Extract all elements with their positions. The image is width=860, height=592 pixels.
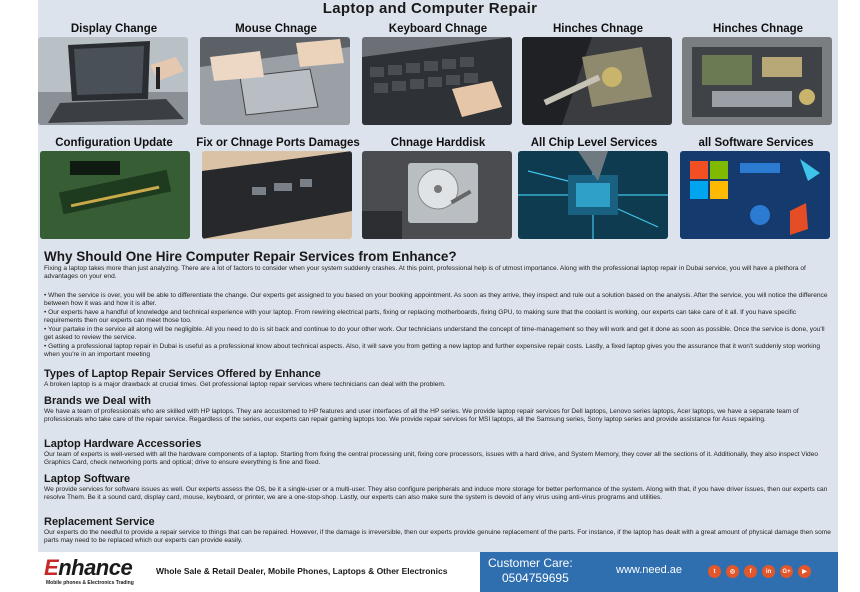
chip-photo xyxy=(518,151,668,239)
social-icons: t ◎ f in G+ ▶ xyxy=(708,565,811,578)
why-bullet: • Getting a professional laptop repair i… xyxy=(44,343,821,359)
service-label: Hinches Chnage xyxy=(712,23,804,35)
service-label: Chnage Harddisk xyxy=(390,137,486,149)
brands-heading: Brands we Deal with xyxy=(44,395,151,407)
service-label: Hinches Chnage xyxy=(552,23,644,35)
service-label: Keyboard Chnage xyxy=(388,23,488,35)
why-bullet: • When the service is over, you will be … xyxy=(44,292,828,308)
hinge-photo xyxy=(522,37,672,125)
service-card-harddisk: Chnage Harddisk xyxy=(358,136,518,239)
motherboard-photo xyxy=(682,37,832,125)
flyer-page: Laptop and Computer Repair Display Chang… xyxy=(0,0,860,592)
service-card-ports: Fix or Chnage Ports Damages xyxy=(190,136,366,239)
touchpad-photo xyxy=(200,37,350,125)
keyboard-photo xyxy=(362,37,512,125)
logo-subtitle: Mobile phones & Electronics Trading xyxy=(46,580,134,586)
why-intro: Fixing a laptop takes more than just ana… xyxy=(44,265,806,281)
why-heading: Why Should One Hire Computer Repair Serv… xyxy=(44,249,457,264)
harddisk-photo xyxy=(362,151,512,239)
enhance-logo: Enhance xyxy=(44,555,133,580)
service-card-software: all Software Services xyxy=(676,136,836,239)
facebook-icon[interactable]: f xyxy=(744,565,757,578)
website-link[interactable]: www.need.ae xyxy=(616,564,682,576)
service-card-hinges-1: Hinches Chnage xyxy=(518,22,678,125)
ports-photo xyxy=(202,151,352,239)
service-card-configuration: Configuration Update xyxy=(22,136,206,239)
youtube-icon[interactable]: ▶ xyxy=(798,565,811,578)
service-card-keyboard: Keyboard Chnage xyxy=(358,22,518,125)
software-body: We provide services for software issues … xyxy=(44,486,828,502)
replacement-body: Our experts do the needful to provide a … xyxy=(44,529,831,545)
ram-photo xyxy=(40,151,190,239)
twitter-icon[interactable]: t xyxy=(708,565,721,578)
footer-contact: Customer Care: 0504759695 www.need.ae t … xyxy=(480,552,838,592)
why-bullet: • Our experts have a handful of knowledg… xyxy=(44,309,797,325)
service-label: Mouse Chnage xyxy=(235,23,317,35)
types-body: A broken laptop is a major drawback at c… xyxy=(44,381,446,388)
laptop-display-photo xyxy=(38,37,188,125)
replacement-heading: Replacement Service xyxy=(44,516,155,528)
customer-care-number[interactable]: 0504759695 xyxy=(502,571,569,585)
service-label: Fix or Chnage Ports Damages xyxy=(196,137,360,149)
why-bullet: • Your partake in the service all along … xyxy=(44,326,825,342)
types-heading: Types of Laptop Repair Services Offered … xyxy=(44,368,321,380)
service-label: All Chip Level Services xyxy=(530,137,658,149)
linkedin-icon[interactable]: in xyxy=(762,565,775,578)
tagline: Whole Sale & Retail Dealer, Mobile Phone… xyxy=(156,566,448,576)
brands-body: We have a team of professionals who are … xyxy=(44,408,799,424)
service-label: all Software Services xyxy=(698,137,814,149)
service-card-display: Display Change xyxy=(34,22,194,125)
google-plus-icon[interactable]: G+ xyxy=(780,565,793,578)
service-card-chip: All Chip Level Services xyxy=(514,136,674,239)
software-photo xyxy=(680,151,830,239)
hardware-body: Our team of experts is well-versed with … xyxy=(44,451,819,467)
instagram-icon[interactable]: ◎ xyxy=(726,565,739,578)
service-label: Display Change xyxy=(70,23,158,35)
service-card-hinges-2: Hinches Chnage xyxy=(678,22,838,125)
hardware-heading: Laptop Hardware Accessories xyxy=(44,438,202,450)
page-title: Laptop and Computer Repair xyxy=(322,0,538,17)
customer-care-label: Customer Care: xyxy=(488,556,573,570)
software-heading: Laptop Software xyxy=(44,473,131,485)
service-label: Configuration Update xyxy=(55,137,173,149)
service-card-mouse: Mouse Chnage xyxy=(196,22,356,125)
footer-brand: Enhance Mobile phones & Electronics Trad… xyxy=(38,552,480,592)
